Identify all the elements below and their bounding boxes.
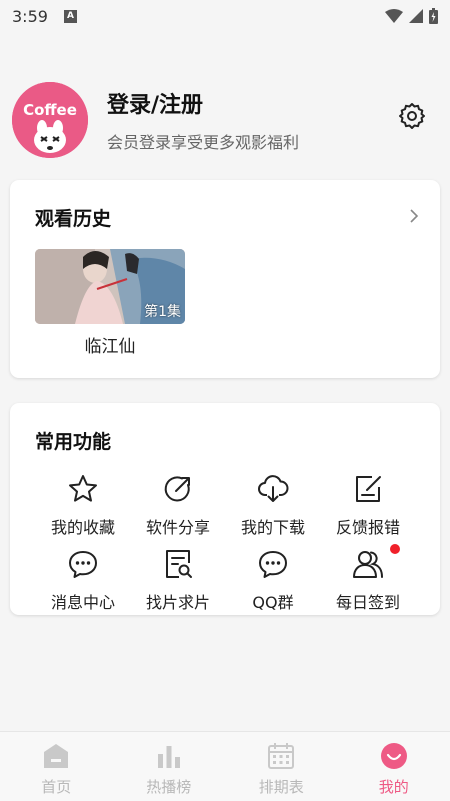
tool-label: 反馈报错 xyxy=(335,518,400,537)
tool-label: 找片求片 xyxy=(145,593,210,612)
wifi-icon xyxy=(385,9,403,23)
svg-text:Coffee: Coffee xyxy=(23,101,77,119)
nav-label: 我的 xyxy=(378,778,409,796)
chevron-right-icon xyxy=(410,209,419,223)
tool-messages[interactable]: 消息中心 xyxy=(33,548,133,618)
history-item[interactable]: 第1集 临江仙 xyxy=(35,249,185,357)
document-search-icon xyxy=(166,550,192,578)
common-tools-card: 常用功能 我的收藏 软件分享 我的下载 反馈报错 消息中心 找片求片 QQ群 每… xyxy=(10,403,440,615)
history-thumbnail: 第1集 xyxy=(35,249,185,324)
new-badge-dot xyxy=(390,544,400,554)
coffee-logo-icon: Coffee xyxy=(12,82,88,158)
nav-label: 热播榜 xyxy=(146,778,192,796)
tools-title: 常用功能 xyxy=(35,431,112,453)
signal-icon xyxy=(409,9,423,23)
tool-feedback[interactable]: 反馈报错 xyxy=(318,473,418,543)
edit-note-icon xyxy=(356,476,381,502)
status-bar: 3:59 A xyxy=(0,0,450,32)
nav-label: 首页 xyxy=(41,778,72,796)
nav-mine[interactable]: 我的 xyxy=(338,732,450,801)
star-icon xyxy=(69,475,97,502)
episode-label: 第1集 xyxy=(144,304,181,320)
history-more-button[interactable] xyxy=(406,206,422,226)
nav-schedule[interactable]: 排期表 xyxy=(225,732,338,801)
smile-icon xyxy=(380,743,407,769)
share-icon xyxy=(164,476,190,502)
tool-favorites[interactable]: 我的收藏 xyxy=(33,473,133,543)
settings-button[interactable] xyxy=(396,100,428,132)
tool-label: 我的下载 xyxy=(240,518,305,537)
calendar-icon xyxy=(268,743,295,769)
users-icon xyxy=(353,551,383,578)
avatar[interactable]: Coffee xyxy=(12,82,88,158)
nav-label: 排期表 xyxy=(258,778,304,796)
watch-history-card: 观看历史 第1集 临江仙 xyxy=(10,180,440,378)
cloud-download-icon xyxy=(258,475,289,502)
tool-share[interactable]: 软件分享 xyxy=(128,473,228,543)
status-time: 3:59 xyxy=(12,6,48,26)
nav-home[interactable]: 首页 xyxy=(0,732,113,801)
history-item-title: 临江仙 xyxy=(84,337,136,357)
battery-icon xyxy=(429,8,438,24)
bottom-nav: 首页 热播榜 排期表 我的 xyxy=(0,731,450,801)
chat-bubble-icon xyxy=(69,551,97,578)
tool-downloads[interactable]: 我的下载 xyxy=(223,473,323,543)
tool-label: 每日签到 xyxy=(335,593,400,612)
bar-chart-icon xyxy=(157,746,180,768)
tool-label: QQ群 xyxy=(252,593,294,612)
login-register-link[interactable]: 登录/注册 xyxy=(107,87,299,119)
notification-icon: A xyxy=(63,9,77,23)
nav-hot[interactable]: 热播榜 xyxy=(113,732,226,801)
tool-label: 消息中心 xyxy=(50,593,115,612)
tool-request-movie[interactable]: 找片求片 xyxy=(128,548,228,618)
chat-bubble-icon xyxy=(259,551,287,578)
tool-daily-checkin[interactable]: 每日签到 xyxy=(318,544,418,618)
gear-icon xyxy=(399,103,425,129)
tool-label: 我的收藏 xyxy=(50,518,115,537)
login-subtitle: 会员登录享受更多观影福利 xyxy=(107,133,300,152)
history-title: 观看历史 xyxy=(35,208,112,230)
tool-qq-group[interactable]: QQ群 xyxy=(223,548,323,618)
profile-header: Coffee 登录/注册 会员登录享受更多观影福利 xyxy=(12,80,438,160)
tool-label: 软件分享 xyxy=(145,518,210,537)
status-icons xyxy=(385,8,438,24)
home-icon xyxy=(44,744,69,768)
